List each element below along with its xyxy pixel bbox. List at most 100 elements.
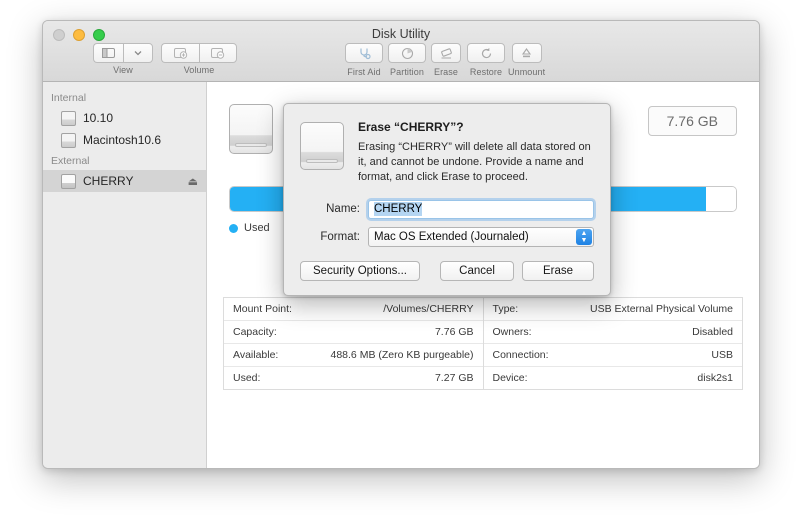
info-key: Connection:: [492, 349, 549, 361]
sidebar-group-header-external: External: [51, 155, 90, 167]
chevron-down-glyph: [134, 51, 142, 56]
external-drive-icon: [61, 173, 76, 189]
name-input[interactable]: CHERRY: [368, 199, 594, 219]
toolbar-partition-button[interactable]: Partition: [388, 43, 426, 77]
pie-chart-icon[interactable]: [388, 43, 426, 63]
restore-icon[interactable]: [467, 43, 505, 63]
info-key: Type:: [492, 303, 519, 315]
remove-volume-glyph: [211, 48, 225, 59]
erase-button[interactable]: Erase: [521, 260, 594, 281]
security-options-button[interactable]: Security Options...: [300, 260, 420, 281]
info-value: USB: [711, 349, 733, 361]
drive-slot: [235, 143, 267, 147]
info-value: USB External Physical Volume: [590, 303, 733, 315]
info-key: Used:: [233, 372, 261, 384]
erase-dialog: Erase “CHERRY”? Erasing “CHERRY” will de…: [283, 103, 611, 296]
sidebar-icon[interactable]: [93, 43, 123, 63]
toolbar-first-aid-button[interactable]: First Aid: [345, 43, 383, 77]
sidebar-item-cherry[interactable]: CHERRY ⏏: [43, 170, 206, 192]
eject-glyph: [522, 47, 532, 57]
table-row: Mount Point: /Volumes/CHERRY: [224, 298, 483, 321]
info-table-left: Mount Point: /Volumes/CHERRY Capacity: 7…: [223, 297, 483, 390]
info-value: Disabled: [692, 326, 733, 338]
remove-volume-icon[interactable]: [199, 43, 237, 63]
toolbar-view-label: View: [113, 65, 133, 75]
drive-slot: [306, 159, 338, 163]
legend-dot: [229, 223, 238, 233]
dialog-buttons: Security Options... Cancel Erase: [300, 260, 594, 281]
restore-glyph: [481, 47, 491, 58]
volume-info-tables: Mount Point: /Volumes/CHERRY Capacity: 7…: [207, 297, 759, 390]
external-drive-icon: [300, 122, 344, 170]
table-row: Available: 488.6 MB (Zero KB purgeable): [224, 344, 483, 367]
info-value: 7.27 GB: [434, 372, 474, 384]
info-key: Mount Point:: [233, 303, 292, 315]
chevron-up-down-icon[interactable]: ▲ ▼: [576, 228, 592, 245]
pie-chart-glyph: [401, 47, 413, 59]
disk-utility-window: Disk Utility View Volume First Aid Parti…: [42, 20, 760, 469]
table-row: Capacity: 7.76 GB: [224, 321, 483, 344]
desktop-backdrop: Disk Utility View Volume First Aid Parti…: [0, 0, 800, 529]
window-titlebar: Disk Utility View Volume First Aid Parti…: [43, 21, 759, 82]
toolbar-erase-button[interactable]: Erase: [431, 43, 461, 77]
table-row: Used: 7.27 GB: [224, 367, 483, 389]
toolbar-erase-label: Erase: [433, 66, 458, 77]
cancel-button[interactable]: Cancel: [440, 260, 514, 281]
erase-glyph: [440, 47, 452, 59]
sidebar-item-label: 10.10: [83, 111, 114, 125]
capacity-legend: Used: [229, 222, 270, 234]
legend-item-used: Used: [229, 222, 270, 234]
legend-label: Used: [244, 222, 270, 234]
toolbar-unmount-label: Unmount: [508, 66, 546, 77]
sidebar: Internal 10.10 Macintosh10.6 External CH…: [43, 82, 207, 468]
toolbar-view-group: View: [93, 43, 153, 75]
format-field-label: Format:: [320, 230, 360, 243]
window-title: Disk Utility: [371, 27, 431, 41]
sidebar-item-10-10[interactable]: 10.10: [43, 107, 206, 129]
erase-icon[interactable]: [431, 43, 461, 63]
table-row: Connection: USB: [483, 344, 742, 367]
toolbar-first-aid-label: First Aid: [347, 66, 381, 77]
toolbar-partition-label: Partition: [390, 66, 424, 77]
toolbar-unmount-button[interactable]: Unmount: [508, 43, 545, 77]
stethoscope-icon[interactable]: [345, 43, 383, 63]
sidebar-glyph: [102, 48, 115, 58]
chevron-down-icon[interactable]: [123, 43, 153, 63]
external-drive-icon: [229, 104, 273, 154]
info-value: 488.6 MB (Zero KB purgeable): [330, 349, 474, 361]
toolbar-volume-label: Volume: [183, 65, 215, 75]
dialog-form: Name: CHERRY Format: Mac OS Extended (Jo…: [300, 199, 594, 247]
dialog-title: Erase “CHERRY”?: [358, 120, 464, 134]
toolbar-restore-button[interactable]: Restore: [467, 43, 505, 77]
format-select-value: Mac OS Extended (Journaled): [374, 230, 529, 243]
info-key: Capacity:: [233, 326, 277, 338]
name-input-value: CHERRY: [374, 202, 423, 217]
stethoscope-glyph: [359, 48, 371, 59]
name-field-label: Name:: [326, 203, 360, 216]
dialog-message: Erasing “CHERRY” will delete all data st…: [358, 141, 591, 184]
format-select[interactable]: Mac OS Extended (Journaled) ▲ ▼: [368, 226, 594, 247]
info-value: disk2s1: [697, 372, 733, 384]
info-key: Available:: [233, 349, 279, 361]
sidebar-item-macintosh10-6[interactable]: Macintosh10.6: [43, 129, 206, 151]
internal-drive-icon: [61, 110, 76, 126]
sidebar-item-label: CHERRY: [83, 174, 134, 188]
chevron-down-glyph: ▼: [580, 236, 588, 244]
toolbar-restore-label: Restore: [469, 66, 503, 77]
table-row: Owners: Disabled: [483, 321, 742, 344]
info-value: /Volumes/CHERRY: [383, 303, 474, 315]
capacity-bar-free: [705, 187, 736, 211]
name-field-row: Name: CHERRY: [300, 199, 594, 219]
info-value: 7.76 GB: [434, 326, 474, 338]
add-volume-icon[interactable]: [161, 43, 199, 63]
internal-drive-icon: [61, 132, 76, 148]
toolbar: View Volume First Aid Partition Erase Re…: [43, 43, 759, 81]
capacity-badge: 7.76 GB: [647, 106, 737, 136]
eject-icon[interactable]: [511, 43, 542, 63]
toolbar-volume-group: Volume: [161, 43, 237, 75]
table-row: Device: disk2s1: [484, 367, 743, 389]
chevron-up-glyph: ▲: [580, 229, 588, 237]
eject-icon[interactable]: ⏏: [188, 175, 198, 188]
format-field-row: Format: Mac OS Extended (Journaled) ▲ ▼: [300, 226, 594, 247]
add-volume-glyph: [173, 48, 187, 59]
